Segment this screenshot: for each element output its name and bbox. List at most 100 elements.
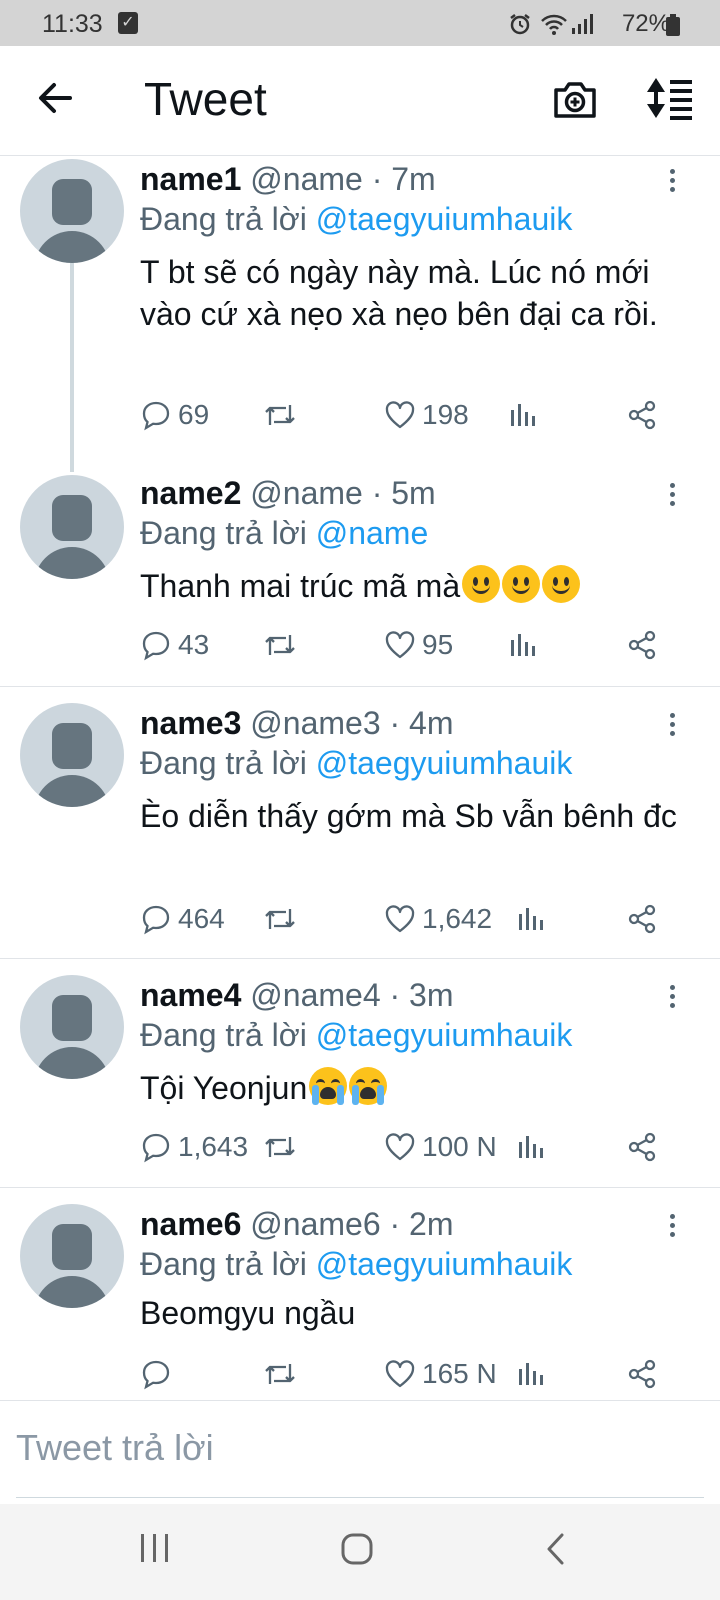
user-handle: @name4 <box>250 977 381 1013</box>
share-icon <box>628 1132 656 1162</box>
more-options-icon[interactable] <box>664 983 680 1013</box>
like-button[interactable]: 1,642 <box>384 899 492 939</box>
composer-underline <box>16 1497 704 1498</box>
tweet-time: · 5m <box>371 475 436 511</box>
replying-to-label: Đang trả lời <box>140 1017 307 1053</box>
reply-button[interactable]: 464 <box>140 899 225 939</box>
display-name[interactable]: name4 <box>140 977 241 1013</box>
loudly-crying-face-icon <box>349 1067 388 1105</box>
loudly-crying-face-icon <box>309 1067 348 1105</box>
reply-mention-link[interactable]: @taegyuiumhauik <box>316 745 573 781</box>
tweet-content: Thanh mai trúc mã mà <box>140 565 700 607</box>
retweet-button[interactable] <box>262 1354 298 1394</box>
heart-icon <box>385 631 415 659</box>
like-button[interactable]: 198 <box>384 395 469 435</box>
home-icon[interactable] <box>340 1532 374 1566</box>
share-button[interactable] <box>626 395 658 435</box>
replying-to: Đang trả lời @taegyuiumhauik <box>140 745 572 782</box>
share-button[interactable] <box>626 1127 658 1167</box>
avatar[interactable] <box>20 703 124 807</box>
share-button[interactable] <box>626 1354 658 1394</box>
replying-to-label: Đang trả lời <box>140 745 307 781</box>
reply-button[interactable]: 69 <box>140 395 209 435</box>
heart-icon <box>385 401 415 429</box>
analytics-button[interactable] <box>516 1127 544 1167</box>
retweet-icon <box>265 909 295 929</box>
camera-plus-icon[interactable] <box>552 76 598 122</box>
heart-icon <box>385 905 415 933</box>
avatar[interactable] <box>20 159 124 263</box>
recent-apps-icon[interactable] <box>138 1532 172 1564</box>
display-name[interactable]: name6 <box>140 1206 241 1242</box>
battery-percent: 72% <box>621 10 670 37</box>
avatar[interactable] <box>20 475 124 579</box>
more-options-icon[interactable] <box>664 711 680 741</box>
avatar[interactable] <box>20 1204 124 1308</box>
retweet-button[interactable] <box>262 1127 298 1167</box>
analytics-button[interactable] <box>508 395 536 435</box>
tweet-header: name1 @name · 7m <box>140 161 436 198</box>
more-options-icon[interactable] <box>664 481 680 511</box>
tweet-item[interactable]: name1 @name · 7m Đang trả lời @taegyuium… <box>0 157 720 455</box>
reply-count: 1,643 <box>178 1131 249 1162</box>
tweet-text: Thanh mai trúc mã mà <box>140 568 461 604</box>
tweet-item[interactable]: name4 @name4 · 3m Đang trả lời @taegyuiu… <box>0 959 720 1188</box>
display-name[interactable]: name2 <box>140 475 241 511</box>
back-arrow-icon[interactable] <box>34 76 78 120</box>
reply-count: 464 <box>178 903 225 934</box>
share-button[interactable] <box>626 625 658 665</box>
comment-icon <box>142 1133 170 1163</box>
like-button[interactable]: 100 N <box>384 1127 497 1167</box>
signal-icon <box>572 14 593 34</box>
battery-icon <box>666 14 680 36</box>
like-count: 95 <box>422 629 454 660</box>
back-nav-icon[interactable] <box>544 1532 568 1566</box>
reply-mention-link[interactable]: @taegyuiumhauik <box>316 201 573 237</box>
wifi-icon <box>541 14 567 35</box>
tweet-text: Tội Yeonjun <box>140 1070 308 1106</box>
reply-button[interactable] <box>140 1354 178 1394</box>
tweet-item[interactable]: name6 @name6 · 2m Đang trả lời @taegyuiu… <box>0 1188 720 1400</box>
status-time: 11:33 <box>42 10 103 38</box>
reply-input[interactable] <box>16 1423 704 1473</box>
analytics-button[interactable] <box>508 625 536 665</box>
avatar[interactable] <box>20 975 124 1079</box>
tweet-text: Èo diễn thấy gớm mà Sb vẫn bênh đc <box>140 798 677 834</box>
sort-icon[interactable] <box>646 74 696 122</box>
reply-count: 69 <box>178 399 210 430</box>
tweet-item[interactable]: name2 @name · 5m Đang trả lời @name Than… <box>0 455 720 687</box>
more-options-icon[interactable] <box>664 1212 680 1242</box>
slightly-smiling-face-icon <box>462 565 501 603</box>
retweet-button[interactable] <box>262 395 298 435</box>
tweet-text: T bt sẽ có ngày này mà. Lúc nó mới vào c… <box>140 254 658 332</box>
tweet-time: · 3m <box>389 977 454 1013</box>
reply-button[interactable]: 1,643 <box>140 1127 248 1167</box>
comment-icon <box>142 401 170 431</box>
reply-mention-link[interactable]: @taegyuiumhauik <box>316 1017 573 1053</box>
analytics-button[interactable] <box>516 899 544 939</box>
more-options-icon[interactable] <box>664 167 680 197</box>
analytics-button[interactable] <box>516 1354 544 1394</box>
like-button[interactable]: 95 <box>384 625 453 665</box>
reply-count: 43 <box>178 629 210 660</box>
tweet-item[interactable]: name3 @name3 · 4m Đang trả lời @taegyuiu… <box>0 687 720 959</box>
slightly-smiling-face-icon <box>542 565 581 603</box>
tweet-header: name6 @name6 · 2m <box>140 1206 454 1243</box>
user-handle: @name <box>250 161 363 197</box>
tweet-actions: 165 N <box>0 1354 720 1394</box>
tweet-actions: 69 198 <box>0 395 720 435</box>
share-button[interactable] <box>626 899 658 939</box>
retweet-button[interactable] <box>262 625 298 665</box>
reply-mention-link[interactable]: @taegyuiumhauik <box>316 1246 573 1282</box>
reply-mention-link[interactable]: @name <box>316 515 429 551</box>
comment-icon <box>142 631 170 661</box>
tweet-header: name2 @name · 5m <box>140 475 436 512</box>
like-button[interactable]: 165 N <box>384 1354 497 1394</box>
retweet-button[interactable] <box>262 899 298 939</box>
display-name[interactable]: name1 <box>140 161 241 197</box>
display-name[interactable]: name3 <box>140 705 241 741</box>
reply-button[interactable]: 43 <box>140 625 209 665</box>
retweet-icon <box>265 1137 295 1157</box>
tweet-header: name4 @name4 · 3m <box>140 977 454 1014</box>
replying-to: Đang trả lời @taegyuiumhauik <box>140 1246 572 1283</box>
